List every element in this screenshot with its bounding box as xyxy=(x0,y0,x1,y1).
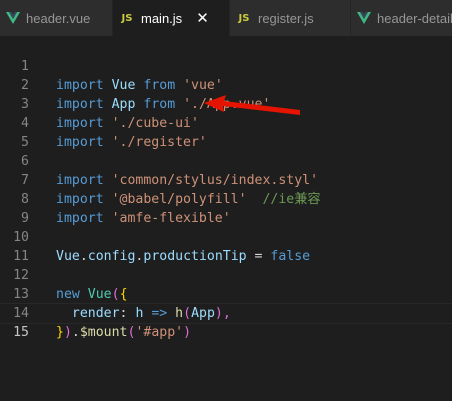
code-line: 2 import App from './App.vue' xyxy=(0,57,452,112)
code-editor: header.vue JS main.js ✕ JS register.js h… xyxy=(0,0,452,401)
code-line: 9 xyxy=(0,190,452,226)
code-line-current: 15 xyxy=(0,303,452,340)
code-line: 12 new Vue({ xyxy=(0,247,452,302)
code-area[interactable]: 1 import Vue from 'vue' 2 import App fro… xyxy=(0,36,452,401)
vue-file-icon xyxy=(6,12,20,24)
line-number: 15 xyxy=(13,325,29,340)
vue-file-icon xyxy=(357,12,371,24)
tab-main-js[interactable]: JS main.js ✕ xyxy=(113,0,230,36)
tab-label: register.js xyxy=(258,10,314,26)
close-icon[interactable]: ✕ xyxy=(196,10,209,26)
js-file-icon: JS xyxy=(238,12,250,24)
code-line: 5 xyxy=(0,114,452,150)
tab-header-vue[interactable]: header.vue xyxy=(0,0,113,36)
code-line: 6 import 'common/stylus/index.styl' xyxy=(0,133,452,188)
js-file-icon: JS xyxy=(121,12,133,24)
code-line: 1 import Vue from 'vue' xyxy=(0,38,452,93)
code-line: 14 }).$mount('#app') xyxy=(0,285,452,340)
code-line: 10 Vue.config.productionTip = false xyxy=(0,209,452,264)
tab-register-js[interactable]: JS register.js xyxy=(230,0,351,36)
tab-label: main.js xyxy=(141,10,183,26)
code-text: }).$mount('#app') xyxy=(56,325,192,340)
code-line: 11 xyxy=(0,228,452,264)
tab-label: header.vue xyxy=(26,10,91,26)
code-line: 8 import 'amfe-flexible' xyxy=(0,171,452,226)
tab-bar: header.vue JS main.js ✕ JS register.js h… xyxy=(0,0,452,36)
code-line: 4 import './register' xyxy=(0,95,452,150)
tab-header-detail-vue[interactable]: header-detail.vue xyxy=(351,0,452,36)
code-line: 3 import './cube-ui' xyxy=(0,76,452,131)
code-line: 13 render: h => h(App), xyxy=(0,266,452,321)
code-line: 7 import '@babel/polyfill' //ie兼容 xyxy=(0,152,452,207)
tab-label: header-detail.vue xyxy=(377,10,452,26)
